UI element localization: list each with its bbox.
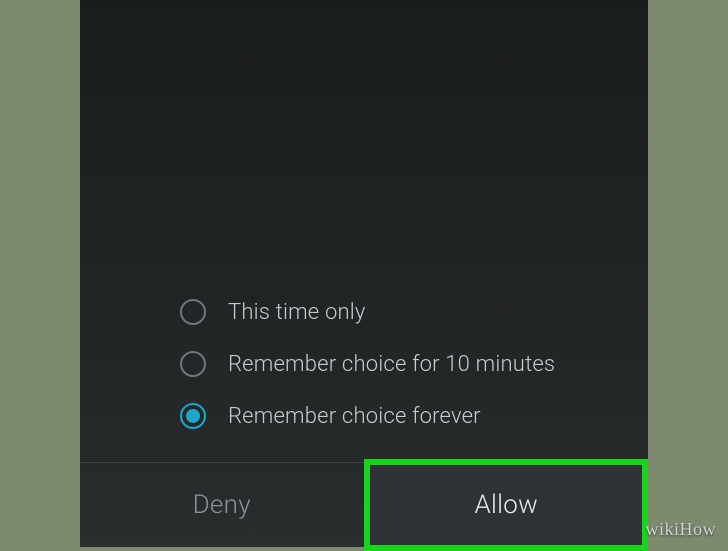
deny-button[interactable]: Deny bbox=[80, 463, 365, 547]
allow-button[interactable]: Allow bbox=[365, 463, 649, 547]
permission-dialog: This time only Remember choice for 10 mi… bbox=[80, 0, 648, 547]
radio-icon bbox=[180, 351, 206, 377]
radio-option-ten-minutes[interactable]: Remember choice for 10 minutes bbox=[180, 338, 648, 390]
radio-label: Remember choice for 10 minutes bbox=[228, 352, 555, 377]
watermark: wikiHow bbox=[646, 519, 717, 540]
radio-label: Remember choice forever bbox=[228, 404, 481, 429]
radio-group: This time only Remember choice for 10 mi… bbox=[80, 286, 648, 462]
radio-label: This time only bbox=[228, 300, 366, 325]
button-bar: Deny Allow bbox=[80, 463, 648, 547]
radio-option-this-time[interactable]: This time only bbox=[180, 286, 648, 338]
radio-icon-selected bbox=[180, 403, 206, 429]
radio-option-forever[interactable]: Remember choice forever bbox=[180, 390, 648, 442]
radio-icon bbox=[180, 299, 206, 325]
